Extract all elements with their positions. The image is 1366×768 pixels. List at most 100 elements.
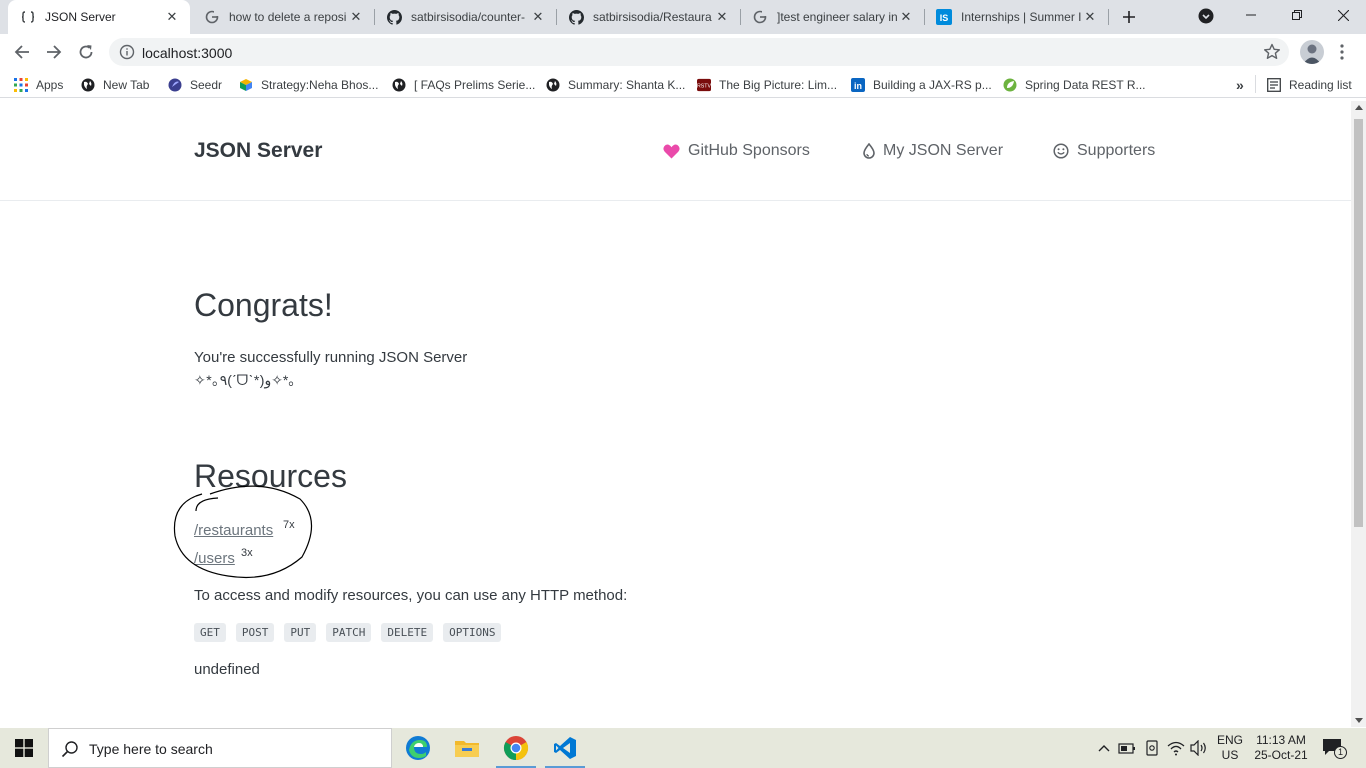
folder-icon <box>455 741 479 757</box>
rstv-icon: RSTV <box>697 78 711 92</box>
tab-github-restaurant[interactable]: satbirsisodia/Restaura ✕ <box>558 0 740 34</box>
nav-github-sponsors[interactable]: GitHub Sponsors <box>663 142 810 160</box>
language-indicator[interactable]: ENG US <box>1217 733 1243 763</box>
bookmark-label: Seedr <box>190 77 223 92</box>
reload-icon <box>79 45 93 59</box>
close-icon[interactable]: ✕ <box>1082 9 1098 25</box>
star-icon[interactable] <box>1263 43 1281 61</box>
new-tab-button[interactable] <box>1118 6 1140 28</box>
github-icon <box>386 9 402 25</box>
tab-separator <box>374 9 375 25</box>
linkedin-icon: in <box>851 77 865 92</box>
bookmark-summary[interactable]: Summary: Shanta K... <box>546 76 685 93</box>
bookmark-label: New Tab <box>103 77 150 92</box>
scroll-down-icon[interactable] <box>1355 718 1363 723</box>
taskbar-file-explorer[interactable] <box>443 728 491 768</box>
taskbar-search-box[interactable]: Type here to search <box>48 728 392 768</box>
taskbar-edge[interactable] <box>394 728 442 768</box>
reload-button[interactable] <box>72 38 100 66</box>
scrollbar-thumb[interactable] <box>1354 119 1363 527</box>
vscode-icon <box>554 737 576 759</box>
page-scrollbar[interactable] <box>1351 101 1366 727</box>
nav-my-json-server[interactable]: My JSON Server <box>863 142 1003 160</box>
tray-volume[interactable] <box>1190 739 1208 757</box>
bookmark-jax-rs[interactable]: in Building a JAX-RS p... <box>851 76 992 93</box>
notification-center-button[interactable]: 1 <box>1322 738 1347 760</box>
wifi-icon <box>1167 741 1185 756</box>
reading-list-button[interactable]: Reading list <box>1267 76 1352 93</box>
congrats-heading: Congrats! <box>194 287 333 323</box>
tab-google-salary[interactable]: ]test engineer salary in ✕ <box>742 0 924 34</box>
cube-icon <box>239 78 253 92</box>
back-button[interactable] <box>8 38 36 66</box>
tray-overflow-button[interactable] <box>1095 739 1113 757</box>
bookmark-apps[interactable]: Apps <box>14 76 63 93</box>
search-icon <box>61 741 78 758</box>
url-text: localhost:3000 <box>142 45 233 61</box>
tab-internshala[interactable]: IS Internships | Summer I ✕ <box>926 0 1108 34</box>
tab-separator <box>924 9 925 25</box>
tray-device[interactable] <box>1143 739 1161 757</box>
bookmarks-overflow-button[interactable]: » <box>1236 76 1244 93</box>
globe-icon <box>392 78 406 92</box>
info-icon[interactable] <box>119 44 135 60</box>
heart-icon <box>663 144 680 158</box>
tab-search-button[interactable] <box>1198 8 1216 26</box>
json-server-favicon-icon <box>20 9 36 25</box>
tray-battery[interactable] <box>1118 739 1136 757</box>
avatar-icon <box>1303 44 1321 64</box>
close-icon[interactable]: ✕ <box>164 9 180 25</box>
edge-icon <box>406 736 430 760</box>
tab-google-delete-repo[interactable]: how to delete a reposi ✕ <box>194 0 374 34</box>
arrow-left-icon <box>14 45 29 59</box>
nav-supporters[interactable]: Supporters <box>1053 142 1155 160</box>
taskbar-clock[interactable]: 11:13 AM 25-Oct-21 <box>1252 733 1310 763</box>
forward-button[interactable] <box>40 38 68 66</box>
chrome-icon <box>503 736 529 760</box>
svg-text:in: in <box>854 81 862 91</box>
close-icon[interactable]: ✕ <box>898 9 914 25</box>
method-badge: DELETE <box>381 623 434 642</box>
taskbar-vscode[interactable] <box>541 728 589 768</box>
close-icon[interactable]: ✕ <box>348 9 364 25</box>
bookmark-big-picture[interactable]: RSTV The Big Picture: Lim... <box>697 76 837 93</box>
resource-link-restaurants[interactable]: /restaurants <box>194 522 273 539</box>
method-badge: POST <box>235 623 275 642</box>
reading-list-label: Reading list <box>1289 77 1352 92</box>
seedr-icon <box>168 78 182 92</box>
bookmark-spring-data[interactable]: Spring Data REST R... <box>1003 76 1146 93</box>
tab-separator <box>740 9 741 25</box>
bookmark-label: Summary: Shanta K... <box>568 77 686 92</box>
bookmark-faqs[interactable]: [ FAQs Prelims Serie... <box>392 76 535 93</box>
scroll-up-icon[interactable] <box>1355 105 1363 110</box>
device-icon <box>1146 740 1158 756</box>
tab-title: ]test engineer salary in <box>777 10 898 24</box>
close-icon[interactable]: ✕ <box>714 9 730 25</box>
bookmark-seedr[interactable]: Seedr <box>168 76 222 93</box>
close-icon[interactable]: ✕ <box>530 9 546 25</box>
bookmark-strategy[interactable]: Strategy:Neha Bhos... <box>239 76 378 93</box>
tab-github-counter[interactable]: satbirsisodia/counter- ✕ <box>376 0 556 34</box>
bookmark-new-tab[interactable]: New Tab <box>81 76 149 93</box>
github-icon <box>568 9 584 25</box>
menu-button[interactable] <box>1336 42 1348 62</box>
restore-button[interactable] <box>1274 0 1320 30</box>
start-button[interactable] <box>0 728 48 768</box>
access-instructions: To access and modify resources, you can … <box>194 587 628 604</box>
taskbar-chrome[interactable] <box>492 728 540 768</box>
address-bar[interactable]: localhost:3000 <box>109 38 1289 66</box>
site-brand[interactable]: JSON Server <box>194 139 322 163</box>
bookmark-label: Spring Data REST R... <box>1025 77 1146 92</box>
tab-json-server[interactable]: JSON Server ✕ <box>8 0 190 34</box>
resource-link-users[interactable]: /users <box>194 550 235 567</box>
svg-text:IS: IS <box>940 13 949 23</box>
bookmark-label: The Big Picture: Lim... <box>719 77 838 92</box>
battery-plug-icon <box>1118 743 1135 754</box>
globe-icon <box>81 78 95 92</box>
kaomoji: ✧*｡٩(ˊᗜˋ*)و✧*｡ <box>194 372 296 388</box>
tray-wifi[interactable] <box>1167 739 1185 757</box>
profile-avatar[interactable] <box>1300 40 1324 64</box>
nav-label: Supporters <box>1077 142 1156 159</box>
close-window-button[interactable] <box>1320 0 1366 30</box>
minimize-button[interactable] <box>1228 0 1274 30</box>
